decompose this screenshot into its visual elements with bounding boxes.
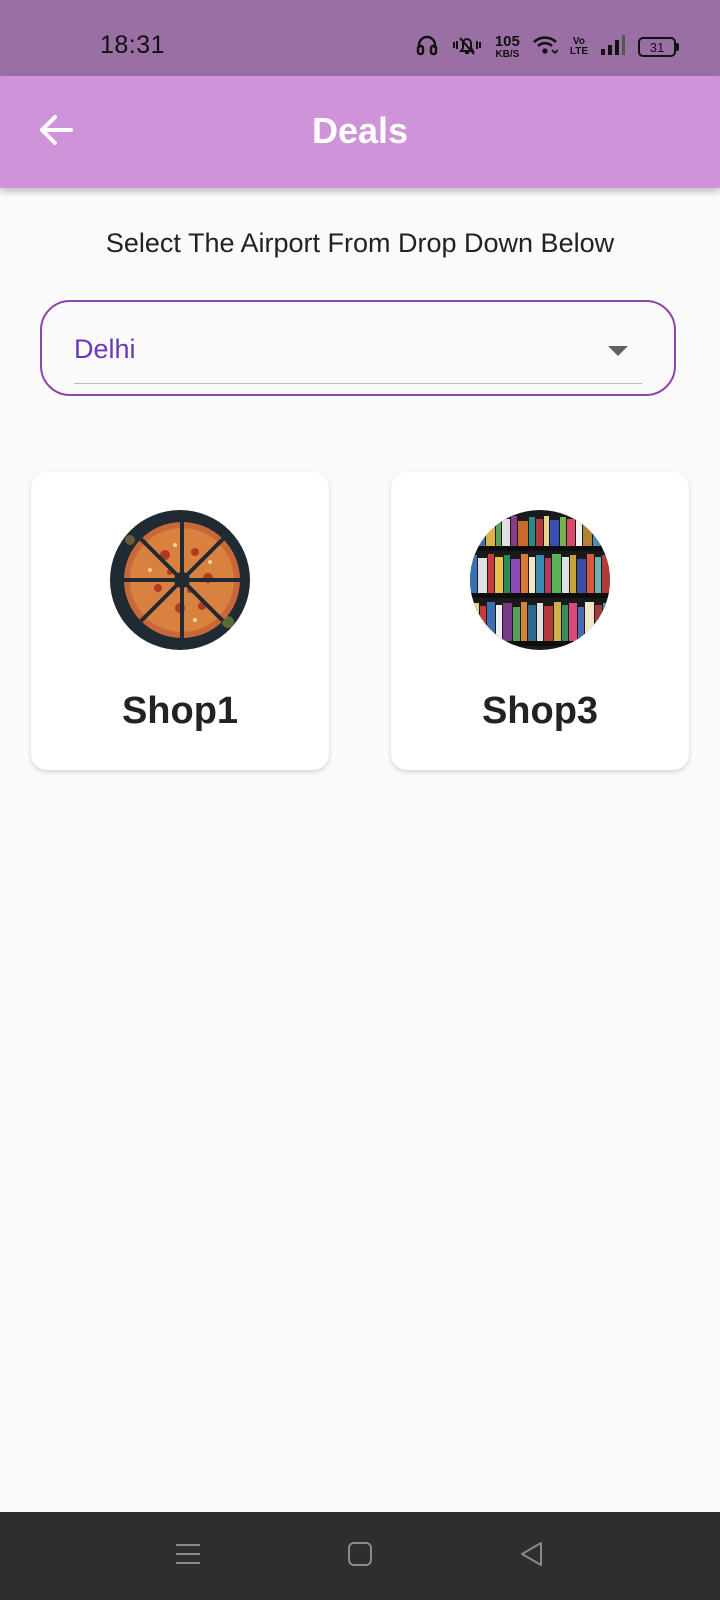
airport-dropdown[interactable]: Delhi [40,300,676,396]
status-icons: 105 KB/S Vo LTE 31 [415,32,679,62]
menu-button[interactable] [168,1536,208,1576]
network-speed-unit: KB/S [495,49,520,60]
shop-name: Shop1 [121,690,239,732]
network-speed-value: 105 [494,33,520,50]
app-bar: Deals [0,76,720,188]
dropdown-underline [74,383,642,384]
shop-card[interactable]: Shop1 [31,472,329,770]
back-nav-button[interactable] [512,1536,552,1576]
menu-icon [174,1540,202,1573]
headphones-icon [415,33,439,62]
shop-name: Shop3 [481,690,599,732]
dropdown-selected-value: Delhi [74,334,136,364]
status-bar: 18:31 105 KB/S Vo LTE 31 [0,0,720,76]
bookshelf-image [470,510,610,650]
battery-level: 31 [649,39,665,55]
deals-screen: 18:31 105 KB/S Vo LTE 31 Deals Select Th… [0,0,720,1600]
signal-icon [600,34,626,61]
home-icon [346,1540,374,1573]
pizza-image [110,510,250,650]
volte-bottom: LTE [569,46,588,57]
wifi-icon [532,34,559,61]
vibrate-mute-icon [451,33,483,62]
back-triangle-icon [518,1540,546,1573]
page-title: Deals [311,110,409,151]
dropdown-arrow-icon [608,346,628,356]
volte-indicator: Vo LTE [570,37,588,57]
shop-card[interactable]: Shop3 [391,472,689,770]
battery-icon: 31 [638,37,679,57]
home-button[interactable] [340,1536,380,1576]
status-time: 18:31 [100,31,166,59]
network-speed: 105 KB/S [495,34,520,60]
system-nav-bar [0,1512,720,1600]
instruction-text: Select The Airport From Drop Down Below [105,228,615,258]
